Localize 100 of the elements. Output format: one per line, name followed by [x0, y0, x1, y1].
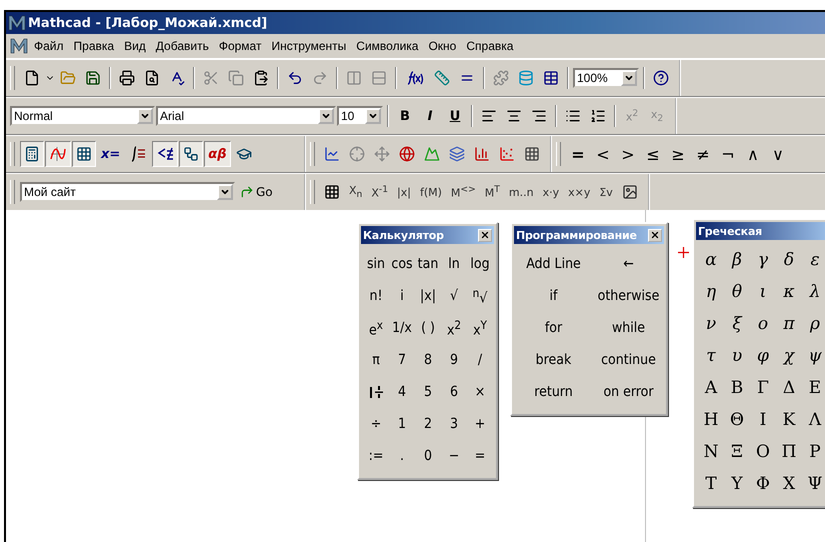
calculator-key[interactable]: −: [441, 440, 467, 472]
operator-button[interactable]: ∨: [766, 141, 790, 167]
calculator-key[interactable]: 6: [441, 376, 467, 408]
palette-button[interactable]: [179, 141, 204, 167]
menu-item[interactable]: Добавить: [152, 37, 213, 55]
menu-item[interactable]: Окно: [424, 37, 460, 55]
greek-key[interactable]: Υ: [724, 468, 750, 500]
greek-key[interactable]: ε: [802, 244, 825, 276]
palette-button[interactable]: [20, 141, 44, 167]
operator-button[interactable]: ≥: [666, 141, 690, 167]
programming-key[interactable]: otherwise: [591, 280, 666, 312]
format-button[interactable]: I: [418, 103, 442, 129]
calculator-key[interactable]: 5: [415, 376, 441, 408]
greek-key[interactable]: β: [724, 244, 750, 276]
programming-key[interactable]: Add Line: [516, 248, 591, 280]
programming-key[interactable]: while: [591, 312, 666, 344]
style-field[interactable]: Normal: [10, 106, 155, 126]
calculator-key[interactable]: 1/x: [389, 312, 415, 344]
palette-button[interactable]: [152, 141, 178, 167]
greek-key[interactable]: ν: [698, 308, 724, 340]
matrix-button[interactable]: |x|: [393, 179, 415, 205]
greek-key[interactable]: Α: [698, 372, 724, 404]
programming-key[interactable]: if: [516, 280, 591, 312]
greek-key[interactable]: φ: [750, 340, 776, 372]
matrix-button[interactable]: X$^{-1}$: [367, 179, 392, 205]
greek-key[interactable]: Λ: [802, 404, 825, 436]
operator-button[interactable]: ¬: [716, 141, 740, 167]
menu-item[interactable]: Символика: [352, 37, 422, 55]
greek-key[interactable]: χ: [776, 340, 802, 372]
address-field[interactable]: Мой сайт: [20, 182, 235, 202]
programming-key[interactable]: ←: [591, 248, 666, 280]
operator-button[interactable]: =: [566, 141, 590, 167]
greek-key[interactable]: ι: [750, 276, 776, 308]
matrix-button[interactable]: x·y: [538, 179, 564, 205]
greek-key[interactable]: Ξ: [724, 436, 750, 468]
font-field[interactable]: Arial: [156, 106, 336, 126]
matrix-button[interactable]: Σv: [595, 179, 617, 205]
operator-button[interactable]: ≠: [691, 141, 715, 167]
calculator-key[interactable]: /: [467, 344, 493, 376]
close-button[interactable]: [648, 228, 662, 242]
zoom-field[interactable]: 100%: [573, 68, 639, 88]
greek-key[interactable]: γ: [750, 244, 776, 276]
greek-key[interactable]: ψ: [802, 340, 825, 372]
go-button[interactable]: Go: [236, 179, 277, 205]
greek-key[interactable]: τ: [698, 340, 724, 372]
greek-key[interactable]: Θ: [724, 404, 750, 436]
greek-key[interactable]: δ: [776, 244, 802, 276]
greek-key[interactable]: κ: [776, 276, 802, 308]
programming-key[interactable]: break: [516, 344, 591, 376]
calculator-key[interactable]: $^{n}$√: [467, 280, 493, 312]
operator-button[interactable]: ≤: [641, 141, 665, 167]
calculator-key[interactable]: 1: [389, 408, 415, 440]
matrix-button[interactable]: x×y: [564, 179, 594, 205]
calculator-key[interactable]: 3: [441, 408, 467, 440]
programming-key[interactable]: for: [516, 312, 591, 344]
matrix-button[interactable]: m..n: [504, 179, 538, 205]
calculator-key[interactable]: 2: [415, 408, 441, 440]
calculator-key[interactable]: sin: [363, 248, 389, 280]
palette-button[interactable]: x=: [97, 141, 124, 167]
calculator-key[interactable]: |x|: [415, 280, 441, 312]
greek-key[interactable]: Γ: [750, 372, 776, 404]
greek-key[interactable]: α: [698, 244, 724, 276]
calculator-key[interactable]: cos: [389, 248, 415, 280]
greek-key[interactable]: η: [698, 276, 724, 308]
menu-item[interactable]: Инструменты: [267, 37, 350, 55]
greek-key[interactable]: Ε: [802, 372, 825, 404]
greek-key[interactable]: Τ: [698, 468, 724, 500]
greek-key[interactable]: υ: [724, 340, 750, 372]
calculator-key[interactable]: x$^{Y}$: [467, 312, 493, 344]
menu-item[interactable]: Файл: [30, 37, 68, 55]
calculator-key[interactable]: 8: [415, 344, 441, 376]
calculator-key[interactable]: e$^{x}$: [363, 312, 389, 344]
calculator-key[interactable]: π: [363, 344, 389, 376]
palette-button[interactable]: [72, 141, 96, 167]
matrix-button[interactable]: X$_{n}$: [345, 179, 366, 205]
greek-key[interactable]: ξ: [724, 308, 750, 340]
greek-key[interactable]: θ: [724, 276, 750, 308]
greek-key[interactable]: Ο: [750, 436, 776, 468]
greek-key[interactable]: Ψ: [802, 468, 825, 500]
menu-item[interactable]: Формат: [214, 37, 266, 55]
size-field[interactable]: 10: [337, 106, 383, 126]
format-button[interactable]: U: [443, 103, 467, 129]
greek-key[interactable]: Κ: [776, 404, 802, 436]
programming-key[interactable]: continue: [591, 344, 666, 376]
calculator-key[interactable]: :=: [363, 440, 389, 472]
greek-key[interactable]: Ν: [698, 436, 724, 468]
calculator-key[interactable]: ×: [467, 376, 493, 408]
calculator-key[interactable]: .: [389, 440, 415, 472]
greek-key[interactable]: ρ: [802, 308, 825, 340]
operator-button[interactable]: >: [616, 141, 640, 167]
menu-item[interactable]: Правка: [70, 37, 118, 55]
programming-key[interactable]: on error: [591, 376, 666, 408]
greek-key[interactable]: Δ: [776, 372, 802, 404]
calculator-key[interactable]: √: [441, 280, 467, 312]
greek-key[interactable]: Ρ: [802, 436, 825, 468]
calculator-key[interactable]: log: [467, 248, 493, 280]
calculator-key[interactable]: i: [389, 280, 415, 312]
calculator-key[interactable]: tan: [415, 248, 441, 280]
calculator-key[interactable]: x$^{2}$: [441, 312, 467, 344]
calculator-key[interactable]: ln: [441, 248, 467, 280]
